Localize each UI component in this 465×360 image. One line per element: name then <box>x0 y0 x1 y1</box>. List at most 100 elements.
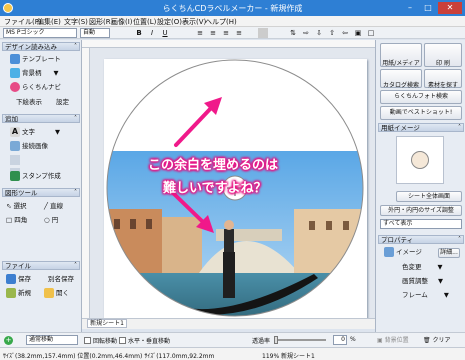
collapse-icon: ˄ <box>458 236 461 243</box>
opacity-input[interactable]: 0 <box>333 335 347 345</box>
size-adjust-button[interactable]: 外円・内円のサイズ調整 <box>380 205 462 216</box>
bg-designate-button[interactable]: ▣ 背景位置 <box>377 335 419 346</box>
text-tool-3[interactable]: ⇧ <box>327 28 337 38</box>
shape-section-title: 図形ツール <box>5 189 38 197</box>
text-tool-5[interactable]: ▣ <box>353 28 363 38</box>
save-button[interactable]: 保存 <box>6 274 31 285</box>
frame-row[interactable]: フレーム ▼ <box>402 290 449 301</box>
stamp-create-button[interactable]: スタンプ作成 <box>10 171 61 182</box>
new-button[interactable]: 新規 <box>6 288 31 299</box>
sheet-fullscreen-label: シート全体画面 <box>407 193 450 200</box>
opacity-unit: % <box>350 336 356 343</box>
add-section-header[interactable]: 追加 ˄ <box>2 114 80 123</box>
status-bar: ｻｲｽﾞ(38.2mm,157.4mm) 位置(0.2mm,46.4mm) ｻｲ… <box>0 347 465 360</box>
design-settings-link[interactable]: 設定 <box>56 97 69 108</box>
stamp-icon <box>10 171 20 181</box>
align-center-button[interactable]: ≡ <box>208 28 218 38</box>
photo-search-button[interactable]: らくちんフォト検索 <box>380 90 462 104</box>
bg-designate-label: 背景位置 <box>384 337 409 344</box>
find-material-button[interactable]: 素材を探す <box>424 69 462 89</box>
navi-icon <box>10 82 20 92</box>
collapse-icon: ˄ <box>74 115 77 122</box>
quality-adjust-label: 画質調整 <box>402 277 428 285</box>
italic-button[interactable]: I <box>147 28 157 38</box>
underlay-show-link[interactable]: 下絵表示 <box>16 97 42 108</box>
template-label: テンプレート <box>22 55 61 63</box>
catalog-search-label: カタログ検索 <box>382 82 419 89</box>
minimize-button[interactable]: – <box>402 2 418 14</box>
color-button[interactable] <box>258 28 268 38</box>
move-mode-select[interactable]: 通常移動 <box>26 335 78 345</box>
text-tool-4[interactable]: ⇦ <box>340 28 350 38</box>
detail-button[interactable]: 詳細... <box>438 248 460 258</box>
horizontal-ruler <box>82 40 375 48</box>
menu-edit[interactable]: 編集(E) <box>37 17 61 27</box>
rakuchin-navi-button[interactable]: らくちんナビ <box>10 82 61 93</box>
underline-button[interactable]: U <box>160 28 170 38</box>
close-button[interactable]: ✕ <box>438 2 462 14</box>
menu-file[interactable]: ファイル(F) <box>4 17 42 27</box>
add-image-button[interactable]: 接続画像 <box>10 141 48 152</box>
circle-tool[interactable]: ○ 円 <box>44 215 58 226</box>
save-as-label: 別名保存 <box>48 275 74 283</box>
font-select[interactable]: MS Pゴシック <box>3 28 77 38</box>
open-button[interactable]: 開く <box>44 288 69 299</box>
select-icon: ⬁ <box>6 202 12 210</box>
add-text-button[interactable]: A 文字 ▼ <box>10 127 60 138</box>
sheet-fullscreen-button[interactable]: シート全体画面 <box>396 191 462 202</box>
template-button[interactable]: テンプレート <box>10 54 61 65</box>
add-item-placeholder[interactable] <box>10 155 20 165</box>
rotate-checkbox[interactable] <box>84 337 91 344</box>
text-tool-6[interactable]: □ <box>366 28 376 38</box>
status-sheet-info: 119% 新規シート1 <box>262 353 315 360</box>
file-section-header[interactable]: ファイル ˄ <box>2 261 80 270</box>
line-tool[interactable]: ╱ 直線 <box>44 201 63 212</box>
opacity-slider-thumb[interactable] <box>274 336 278 344</box>
window-title: らくちんCDラベルメーカー - 新規作成 <box>162 4 303 13</box>
align-justify-button[interactable]: ≡ <box>234 28 244 38</box>
menu-view[interactable]: 表示(V) <box>182 17 206 27</box>
bold-button[interactable]: B <box>134 28 144 38</box>
menu-image[interactable]: 画像(I) <box>111 17 133 27</box>
save-as-button[interactable]: 別名保存 <box>48 274 74 285</box>
catalog-search-button[interactable]: カタログ検索 <box>380 69 422 89</box>
background-pattern-button[interactable]: 背景柄 ▼ <box>10 68 59 79</box>
menu-text[interactable]: 文字(S) <box>64 17 88 27</box>
rect-tool[interactable]: □ 四角 <box>6 215 27 226</box>
collapse-icon: ˄ <box>74 262 77 269</box>
dropdown-icon: ▼ <box>55 128 60 136</box>
print-button[interactable]: 印 刷 <box>424 43 462 67</box>
menu-help[interactable]: ヘルプ(H) <box>205 17 237 27</box>
video-best-shot-button[interactable]: 動画でベストショット! <box>380 106 462 120</box>
align-right-button[interactable]: ≡ <box>221 28 231 38</box>
select-tool[interactable]: ⬁ 選択 <box>6 201 27 212</box>
sheet-tab[interactable]: 新規シート1 <box>87 319 127 328</box>
menu-settings[interactable]: 設定(O) <box>157 17 182 27</box>
opacity-slider[interactable] <box>274 339 326 341</box>
clear-label: クリア <box>432 337 451 344</box>
quality-adjust-row[interactable]: 画質調整 ▼ <box>402 276 443 287</box>
add-image-label: 接続画像 <box>22 142 48 150</box>
add-sheet-icon[interactable]: + <box>4 336 13 345</box>
clear-button[interactable]: 🗑 クリア <box>423 335 461 346</box>
vertical-text-button[interactable]: ⇅ <box>288 28 298 38</box>
shape-section-header[interactable]: 図形ツール ˄ <box>2 188 80 197</box>
paper-media-button[interactable]: 用紙/メディア <box>380 43 422 67</box>
size-adjust-label: 外円・内円のサイズ調整 <box>388 207 454 214</box>
save-label: 保存 <box>18 275 31 283</box>
circle-label: 円 <box>51 216 59 224</box>
text-tool-1[interactable]: ⇨ <box>301 28 311 38</box>
hv-move-checkbox[interactable] <box>119 337 126 344</box>
dropdown-icon: ▼ <box>443 291 449 299</box>
show-all-select[interactable]: すべて表示 <box>380 219 462 229</box>
design-section-header[interactable]: デザイン読み込み ˄ <box>2 42 80 51</box>
maximize-button[interactable]: □ <box>420 2 436 14</box>
color-change-row[interactable]: 色変更 ▼ <box>402 262 443 273</box>
text-tool-2[interactable]: ⇩ <box>314 28 324 38</box>
align-left-button[interactable]: ≡ <box>195 28 205 38</box>
font-size-select[interactable]: 自動 <box>80 28 110 38</box>
menu-shape[interactable]: 図形(R) <box>89 17 113 27</box>
menu-position[interactable]: 位置(L) <box>133 17 156 27</box>
opacity-label: 透過率 <box>252 338 271 345</box>
add-section-title: 追加 <box>5 115 18 123</box>
